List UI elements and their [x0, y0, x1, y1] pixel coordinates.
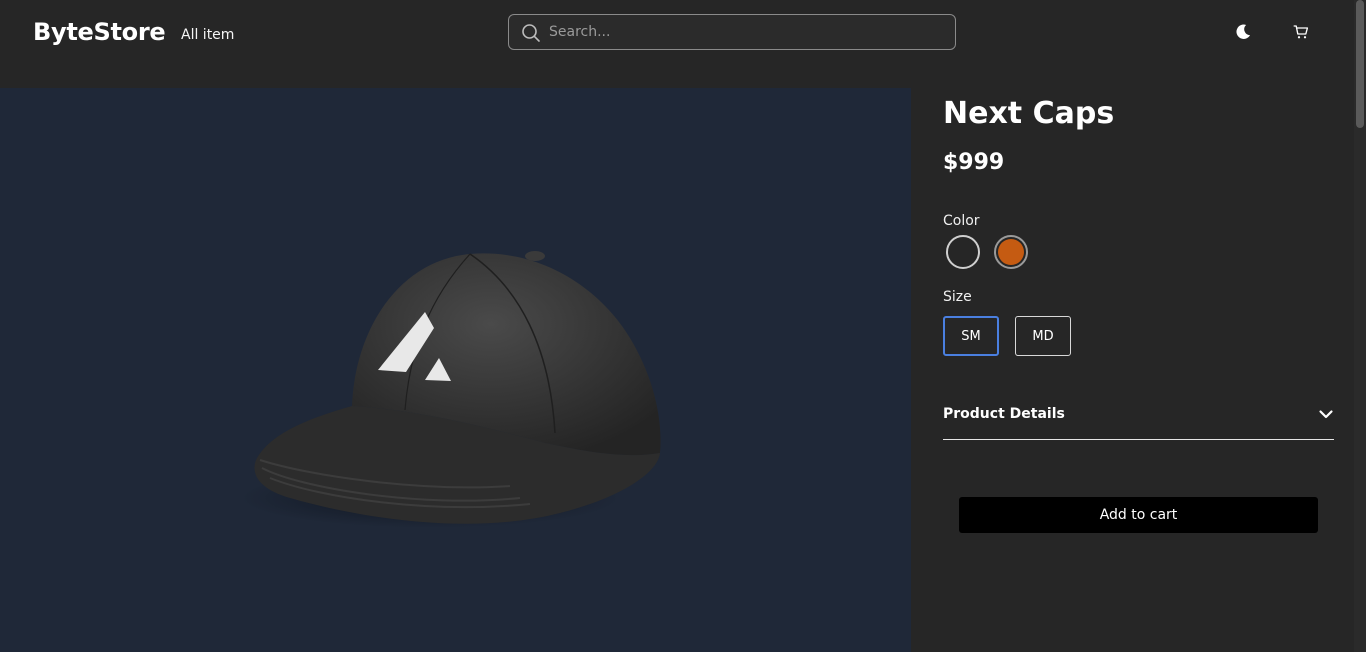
scrollbar[interactable]: [1354, 0, 1366, 652]
size-label: Size: [943, 289, 972, 305]
product-details-label: Product Details: [943, 406, 1065, 422]
color-label: Color: [943, 213, 980, 229]
product-image-panel: [0, 88, 911, 652]
product-title: Next Caps: [943, 96, 1115, 131]
color-dot-orange: [998, 239, 1024, 265]
product-details-accordion[interactable]: Product Details: [943, 396, 1334, 440]
scrollbar-thumb[interactable]: [1356, 0, 1364, 128]
size-sm-button[interactable]: SM: [943, 316, 999, 356]
chevron-down-icon: [1319, 410, 1333, 419]
size-md-button[interactable]: MD: [1015, 316, 1071, 356]
add-to-cart-button[interactable]: Add to cart: [959, 497, 1318, 533]
search-input[interactable]: [549, 15, 949, 49]
color-dot-black: [950, 239, 976, 265]
header: ByteStore All item: [0, 0, 1366, 88]
search-icon: [522, 24, 540, 42]
product-price: $999: [943, 150, 1005, 175]
cart-button[interactable]: [1289, 20, 1313, 44]
logo[interactable]: ByteStore: [33, 18, 166, 46]
color-swatch-black[interactable]: [946, 235, 980, 269]
search-bar[interactable]: [508, 14, 956, 50]
theme-toggle-button[interactable]: [1231, 20, 1255, 44]
cart-icon: [1293, 25, 1309, 39]
color-swatch-orange[interactable]: [994, 235, 1028, 269]
moon-icon: [1236, 24, 1251, 39]
nav-all-items-link[interactable]: All item: [181, 27, 234, 43]
cap-image: [240, 251, 661, 528]
